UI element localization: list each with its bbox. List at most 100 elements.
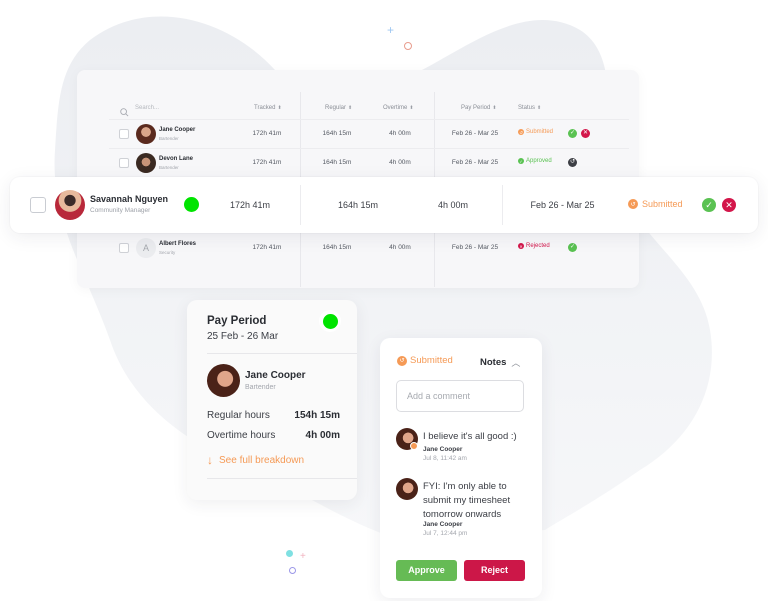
sort-icon: ⬍ [277, 105, 282, 111]
pay-period-value: Feb 26 - Mar 25 [530, 200, 595, 210]
approve-button[interactable]: Approve [396, 560, 457, 581]
reject-icon[interactable]: ✕ [722, 198, 736, 212]
column-header-overtime[interactable]: Overtime ⬍ [383, 105, 414, 111]
header-label: Pay Period [461, 105, 491, 111]
sort-icon: ⬍ [409, 105, 414, 111]
approve-icon[interactable]: ✓ [568, 243, 577, 252]
highlighted-table-row[interactable]: Savannah Nguyen Community Manager 172h 4… [10, 177, 758, 233]
decorative-plus-icon: + [387, 24, 394, 36]
reject-icon[interactable]: ✕ [581, 129, 590, 138]
overtime-value: 4h 00m [437, 200, 469, 210]
regular-value: 164h 15m [322, 244, 352, 251]
notes-label: Notes [480, 357, 507, 368]
avatar [207, 364, 240, 397]
approved-icon: ✓ [518, 158, 524, 164]
comment-text: I believe it's all good :) [423, 431, 517, 442]
header-label: Tracked [254, 105, 276, 111]
pay-period-value: Feb 26 - Mar 25 [451, 130, 499, 137]
status-label: Submitted [526, 129, 554, 135]
table-row[interactable]: Devon Lane Bartender 172h 41m 164h 15m 4… [77, 149, 639, 177]
decorative-ring-icon [404, 42, 412, 50]
submitted-icon: ↺ [628, 199, 638, 209]
avatar: A [136, 238, 156, 258]
header-label: Regular [325, 105, 347, 111]
notes-card: ↺ Submitted Notes ︿ I believe it's all g… [380, 338, 542, 598]
status-label: Submitted [642, 199, 683, 209]
sort-icon: ⬍ [492, 105, 497, 111]
regular-hours-value: 154h 15m [294, 410, 340, 421]
pay-period-value: Feb 26 - Mar 25 [451, 244, 499, 251]
see-full-breakdown-link[interactable]: ↓ See full breakdown [207, 453, 304, 467]
avatar [136, 153, 156, 173]
regular-value: 164h 15m [322, 159, 352, 166]
plus-glyph: + [387, 23, 395, 37]
online-status-indicator [184, 197, 199, 212]
status-label: Approved [526, 158, 552, 164]
table-row[interactable]: A Albert Flores Security 172h 41m 164h 1… [77, 234, 639, 262]
search-icon[interactable] [120, 104, 129, 117]
employee-name: Albert Flores [159, 241, 197, 247]
tracked-value: 172h 41m [252, 130, 282, 137]
comment-input[interactable] [396, 380, 524, 412]
regular-hours-label: Regular hours [207, 410, 270, 421]
employee-name: Jane Cooper [245, 370, 306, 381]
divider [207, 353, 357, 354]
regular-value: 164h 15m [337, 200, 379, 210]
header-label: Status [518, 105, 536, 111]
tracked-value: 172h 41m [252, 159, 282, 166]
card-title: Pay Period [207, 315, 267, 327]
row-checkbox[interactable] [30, 197, 46, 213]
employee-name: Jane Cooper [159, 127, 196, 133]
decorative-ring-icon [289, 567, 296, 574]
link-label: See full breakdown [219, 454, 305, 466]
row-checkbox[interactable] [119, 158, 129, 168]
pay-period-card: Pay Period 25 Feb - 26 Mar Jane Cooper B… [187, 300, 357, 500]
column-divider [502, 185, 503, 225]
comment-author: Jane Cooper [423, 521, 463, 528]
comment-timestamp: Jul 7, 12:44 pm [423, 530, 468, 537]
comment-item: I believe it's all good :) Jane Cooper J… [396, 428, 526, 468]
column-header-tracked[interactable]: Tracked ⬍ [254, 105, 282, 111]
status-badge: ✕ Rejected [518, 243, 550, 249]
online-status-indicator [319, 310, 341, 332]
status-badge: ✓ Approved [518, 158, 552, 164]
employee-name: Devon Lane [159, 156, 194, 162]
approve-icon[interactable]: ✓ [568, 129, 577, 138]
employee-role: Bartender [245, 384, 276, 391]
submitted-icon: ↺ [518, 129, 524, 135]
submitted-icon: ↺ [397, 355, 407, 366]
employee-role: Bartender [159, 165, 179, 170]
regular-value: 164h 15m [322, 130, 352, 137]
table-row[interactable]: Jane Cooper Bartender 172h 41m 164h 15m … [77, 120, 639, 148]
column-header-status[interactable]: Status ⬍ [518, 105, 541, 111]
chevron-up-icon: ︿ [511, 358, 521, 368]
comment-author: Jane Cooper [423, 446, 463, 453]
status-label: Rejected [526, 243, 550, 249]
tracked-value: 172h 41m [252, 244, 282, 251]
column-header-regular[interactable]: Regular ⬍ [325, 105, 352, 111]
reject-button[interactable]: Reject [464, 560, 525, 581]
avatar [55, 190, 85, 220]
status-badge: ↺ Submitted [628, 199, 683, 209]
comment-timestamp: Jul 8, 11:42 am [423, 455, 467, 462]
row-checkbox[interactable] [119, 129, 129, 139]
pay-period-value: Feb 26 - Mar 25 [451, 159, 499, 166]
overtime-value: 4h 00m [389, 244, 411, 251]
overtime-hours-value: 4h 00m [305, 430, 340, 441]
search-input[interactable]: Search... [135, 105, 159, 111]
revert-icon[interactable]: ↺ [568, 158, 577, 167]
employee-name: Savannah Nguyen [90, 194, 169, 204]
decorative-plus-icon: + [300, 551, 306, 563]
employee-role: Security [159, 250, 176, 255]
comment-text: FYI: I'm only able to submit my timeshee… [423, 481, 511, 520]
sort-icon: ⬍ [537, 105, 542, 111]
plus-glyph: + [300, 551, 306, 562]
employee-role: Bartender [159, 136, 179, 141]
rejected-icon: ✕ [518, 243, 524, 249]
column-header-pay-period[interactable]: Pay Period ⬍ [461, 105, 497, 111]
row-checkbox[interactable] [119, 243, 129, 253]
column-divider [300, 185, 301, 225]
approve-icon[interactable]: ✓ [702, 198, 716, 212]
overtime-value: 4h 00m [389, 159, 411, 166]
notes-toggle[interactable]: Notes ︿ [480, 356, 520, 369]
